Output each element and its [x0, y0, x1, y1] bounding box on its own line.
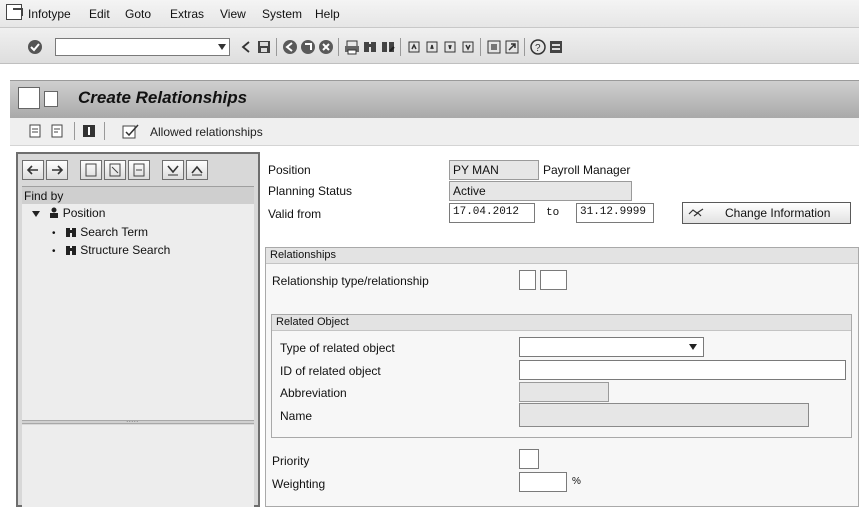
weighting-label: Weighting	[272, 477, 326, 491]
save-icon[interactable]	[256, 39, 272, 55]
shortcut-icon[interactable]	[504, 39, 520, 55]
type-of-related-object-label: Type of related object	[280, 341, 395, 355]
document-icon[interactable]	[50, 124, 64, 138]
planning-status-label: Planning Status	[268, 184, 353, 198]
find-icon[interactable]	[362, 39, 378, 55]
bullet-icon: •	[52, 228, 56, 239]
binoculars-icon	[65, 246, 76, 255]
layout-menu-icon[interactable]	[548, 39, 564, 55]
refresh-icon[interactable]	[128, 160, 150, 180]
print-icon[interactable]	[344, 39, 360, 55]
priority-input[interactable]	[519, 449, 539, 469]
help-icon[interactable]: ?	[530, 39, 546, 55]
position-abbreviation: PY MAN	[449, 160, 539, 180]
toolbar-separator	[276, 38, 277, 56]
id-of-related-object-label: ID of related object	[280, 364, 381, 378]
last-page-icon[interactable]	[460, 39, 476, 55]
toolbar-separator	[480, 38, 481, 56]
type-of-related-object-select[interactable]	[519, 337, 704, 357]
id-of-related-object-input[interactable]	[519, 360, 846, 380]
tree-node-label: Position	[62, 206, 106, 220]
menu-help[interactable]: Help	[315, 7, 340, 21]
relationships-group-title: Relationships	[266, 248, 858, 264]
arrow-right-icon[interactable]	[46, 160, 68, 180]
svg-text:?: ?	[535, 43, 541, 54]
previous-page-icon[interactable]	[424, 39, 440, 55]
bullet-icon: •	[52, 246, 56, 257]
exit-icon[interactable]	[300, 39, 316, 55]
change-information-button[interactable]: Change Information	[682, 202, 851, 224]
enter-icon[interactable]	[27, 39, 43, 55]
related-object-group-title: Related Object	[272, 315, 851, 331]
tree-node-search-term[interactable]: • Search Term	[52, 225, 148, 239]
weighting-input[interactable]	[519, 472, 567, 492]
valid-from-date[interactable]: 17.04.2012	[449, 203, 535, 223]
deselect-icon[interactable]	[104, 160, 126, 180]
splitter-grip: .....	[126, 414, 139, 424]
relationship-type-input[interactable]	[519, 270, 536, 290]
weighting-unit: %	[572, 476, 581, 487]
relationship-input[interactable]	[540, 270, 567, 290]
chevron-down-icon[interactable]	[689, 344, 697, 350]
binoculars-icon	[65, 228, 76, 237]
exit-menu-icon[interactable]	[6, 4, 23, 20]
info-icon[interactable]	[82, 124, 96, 138]
command-input[interactable]	[56, 39, 211, 55]
menu-icon[interactable]	[18, 87, 40, 109]
document-icon[interactable]	[28, 124, 42, 138]
arrow-left-icon[interactable]	[22, 160, 44, 180]
cancel-icon[interactable]	[318, 39, 334, 55]
abbreviation-field	[519, 382, 609, 402]
abbreviation-label: Abbreviation	[280, 386, 347, 400]
name-label: Name	[280, 409, 313, 423]
handshake-icon	[688, 208, 704, 217]
first-page-icon[interactable]	[406, 39, 422, 55]
toolbar-separator	[524, 38, 525, 56]
position-name: Payroll Manager	[543, 163, 631, 177]
relationship-type-label: Relationship type/relationship	[272, 274, 429, 288]
toolbar-separator	[74, 122, 75, 140]
command-field[interactable]	[55, 38, 230, 56]
tree-node-label: Search Term	[80, 225, 149, 239]
menu-edit[interactable]: Edit	[89, 7, 110, 21]
create-session-icon[interactable]	[486, 39, 502, 55]
chevron-down-icon[interactable]	[218, 44, 226, 50]
allowed-relationships-button[interactable]: Allowed relationships	[150, 125, 263, 139]
person-icon	[50, 207, 59, 218]
find-next-icon[interactable]	[380, 39, 396, 55]
collapse-left-icon[interactable]	[238, 39, 254, 55]
collapse-icon[interactable]	[186, 160, 208, 180]
menu-view[interactable]: View	[220, 7, 246, 21]
page-title: Create Relationships	[78, 88, 248, 107]
expand-icon[interactable]	[162, 160, 184, 180]
left-pane-toolbar	[22, 160, 254, 184]
hit-list-area	[22, 425, 254, 507]
select-all-icon[interactable]	[80, 160, 102, 180]
position-label: Position	[268, 163, 311, 177]
tree-node-position[interactable]: Position	[32, 206, 105, 220]
allowed-relationships-icon[interactable]	[122, 123, 140, 139]
menu-infotype[interactable]: Infotype	[28, 7, 71, 21]
valid-to-date[interactable]: 31.12.9999	[576, 203, 654, 223]
toolbar-separator	[104, 122, 105, 140]
name-field	[519, 403, 809, 427]
toolbar-separator	[338, 38, 339, 56]
chevron-down-icon[interactable]	[44, 91, 58, 107]
priority-label: Priority	[272, 454, 310, 468]
tree-node-structure-search[interactable]: • Structure Search	[52, 243, 170, 257]
find-by-label: Find by	[24, 189, 64, 203]
planning-status-value: Active	[449, 181, 632, 201]
valid-from-label: Valid from	[268, 207, 322, 221]
to-label: to	[546, 207, 560, 219]
menu-goto[interactable]: Goto	[125, 7, 151, 21]
next-page-icon[interactable]	[442, 39, 458, 55]
back-icon[interactable]	[282, 39, 298, 55]
change-information-label: Change Information	[725, 206, 831, 220]
menu-system[interactable]: System	[262, 7, 302, 21]
tree-node-label: Structure Search	[80, 243, 171, 257]
chevron-down-icon[interactable]	[32, 211, 40, 217]
toolbar-separator	[400, 38, 401, 56]
menu-extras[interactable]: Extras	[170, 7, 204, 21]
